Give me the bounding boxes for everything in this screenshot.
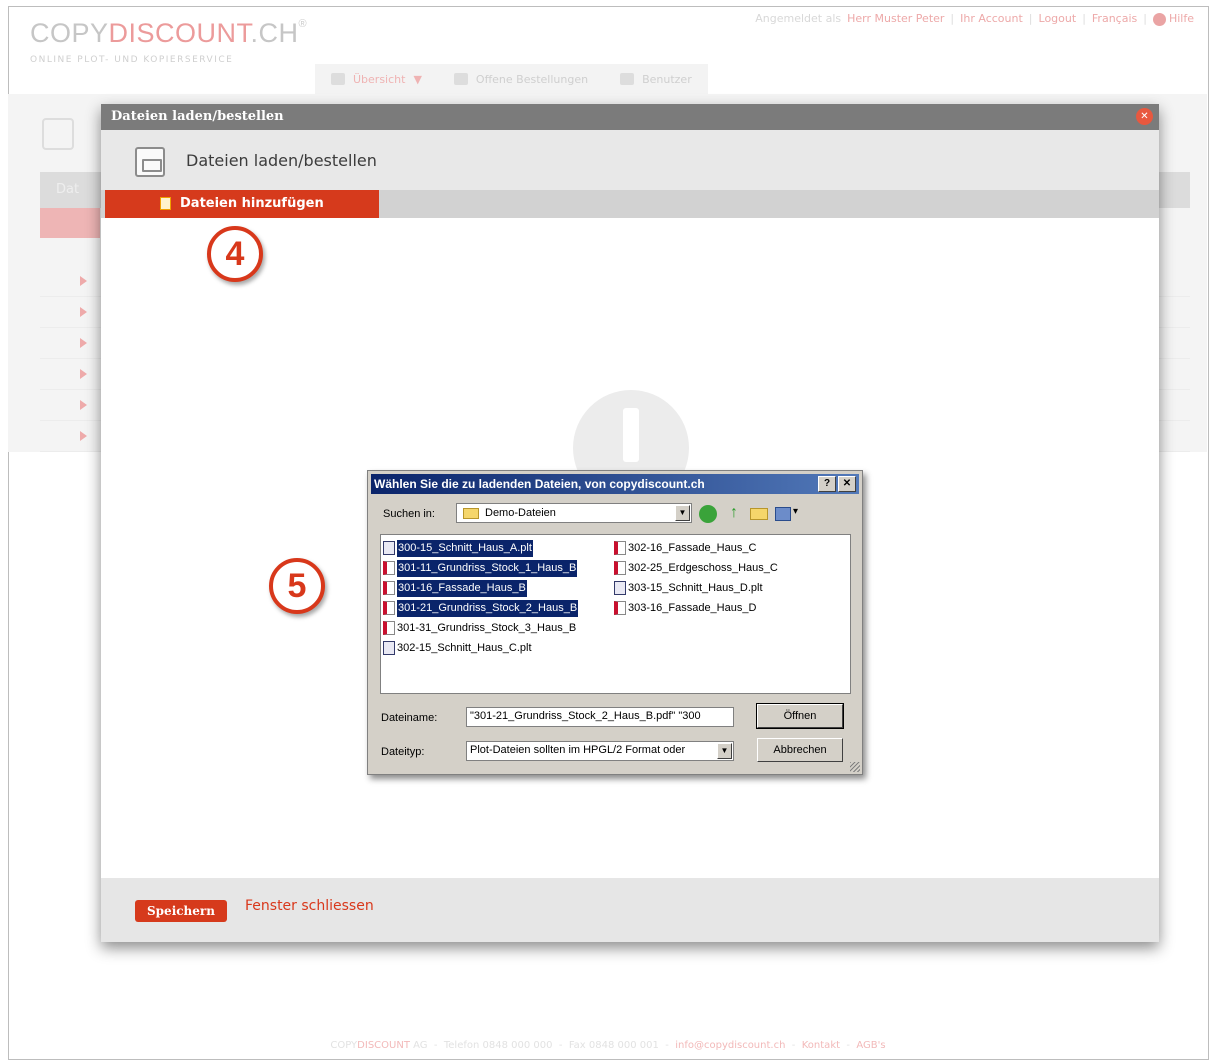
edit-icon — [42, 118, 74, 150]
folder-icon — [463, 508, 479, 519]
pdf-file-icon — [614, 541, 626, 556]
pdf-file-icon — [383, 561, 395, 576]
main-navigation: Übersicht ▼ Offene Bestellungen Benutzer — [315, 64, 708, 94]
footer-contact-link[interactable]: Kontakt — [802, 1040, 840, 1051]
home-icon — [331, 73, 345, 85]
modal-header: Dateien laden/bestellen — [101, 130, 1159, 190]
new-folder-icon[interactable] — [750, 508, 768, 520]
back-icon[interactable] — [699, 505, 717, 523]
file-item[interactable]: 301-31_Grundriss_Stock_3_Haus_B — [383, 620, 579, 637]
cart-icon — [453, 73, 468, 85]
modal-title: Dateien laden/bestellen — [111, 109, 284, 124]
user-name-link[interactable]: Herr Muster Peter — [847, 12, 944, 26]
open-button[interactable]: Öffnen — [756, 703, 844, 729]
file-list[interactable]: 300-15_Schnitt_Haus_A.plt 301-11_Grundri… — [380, 534, 851, 694]
cancel-button[interactable]: Abbrechen — [757, 738, 843, 762]
expand-arrow-icon — [80, 307, 87, 317]
file-item[interactable]: 302-16_Fassade_Haus_C — [614, 540, 759, 557]
file-item[interactable]: 301-16_Fassade_Haus_B — [383, 580, 530, 597]
file-open-dialog: Wählen Sie die zu ladenden Dateien, von … — [367, 470, 863, 775]
filetype-label: Dateityp: — [381, 746, 425, 758]
plt-file-icon — [614, 581, 626, 596]
up-folder-icon[interactable]: ↑ — [725, 505, 743, 523]
footer-agb-link[interactable]: AGB's — [856, 1040, 885, 1051]
site-footer: COPYDISCOUNT AG - Telefon 0848 000 000 -… — [330, 1040, 886, 1051]
nav-item-open-orders[interactable]: Offene Bestellungen — [438, 64, 604, 94]
site-tagline: ONLINE PLOT- UND KOPIERSERVICE — [30, 55, 234, 65]
resize-grip-icon[interactable] — [850, 762, 860, 772]
view-menu-icon[interactable] — [775, 507, 791, 521]
file-item[interactable]: 301-21_Grundriss_Stock_2_Haus_B — [383, 600, 581, 617]
file-add-icon — [160, 197, 171, 210]
file-item[interactable]: 302-15_Schnitt_Haus_C.plt — [383, 640, 535, 657]
file-item[interactable]: 302-25_Erdgeschoss_Haus_C — [614, 560, 781, 577]
logged-in-label: Angemeldet als — [755, 12, 842, 25]
modal-footer: Speichern Fenster schliessen — [101, 878, 1159, 942]
nav-item-overview[interactable]: Übersicht ▼ — [315, 64, 438, 94]
expand-arrow-icon — [80, 431, 87, 441]
users-icon — [620, 73, 635, 85]
add-files-button[interactable]: Dateien hinzufügen — [105, 190, 379, 218]
close-window-link[interactable]: Fenster schliessen — [245, 898, 374, 914]
site-logo[interactable]: COPYDISCOUNT.CH® — [30, 18, 307, 49]
filename-label: Dateiname: — [381, 712, 438, 724]
expand-arrow-icon — [80, 338, 87, 348]
background-button — [40, 208, 100, 238]
separator: | — [1082, 12, 1086, 25]
save-button[interactable]: Speichern — [135, 900, 227, 922]
account-link[interactable]: Ihr Account — [960, 12, 1023, 26]
look-in-select[interactable]: Demo-Dateien ▼ — [456, 503, 692, 523]
expand-arrow-icon — [80, 369, 87, 379]
dialog-titlebar[interactable]: Wählen Sie die zu ladenden Dateien, von … — [371, 474, 859, 494]
modal-tabbar: Dateien hinzufügen — [101, 190, 1159, 218]
expand-arrow-icon — [80, 400, 87, 410]
filetype-value: Plot-Dateien sollten im HPGL/2 Format od… — [470, 744, 686, 756]
file-item[interactable]: 301-11_Grundriss_Stock_1_Haus_B — [383, 560, 580, 577]
plt-file-icon — [383, 641, 395, 656]
nav-item-users[interactable]: Benutzer — [604, 64, 708, 94]
file-item[interactable]: 303-15_Schnitt_Haus_D.plt — [614, 580, 766, 597]
pdf-file-icon — [383, 621, 395, 636]
view-dropdown-icon[interactable]: ▾ — [793, 506, 801, 524]
save-disk-icon — [135, 147, 165, 177]
dialog-title: Wählen Sie die zu ladenden Dateien, von … — [374, 477, 705, 491]
step-marker-4: 4 — [207, 226, 263, 282]
modal-close-icon[interactable]: ✕ — [1136, 108, 1153, 125]
filename-input[interactable]: "301-21_Grundriss_Stock_2_Haus_B.pdf" "3… — [466, 707, 734, 727]
filetype-select[interactable]: Plot-Dateien sollten im HPGL/2 Format od… — [466, 741, 734, 761]
modal-titlebar[interactable]: Dateien laden/bestellen ✕ — [101, 104, 1159, 130]
look-in-label: Suchen in: — [383, 508, 435, 520]
dialog-help-button[interactable]: ? — [818, 476, 836, 492]
help-icon — [1152, 12, 1166, 26]
expand-arrow-icon — [80, 276, 87, 286]
help-link[interactable]: Hilfe — [1152, 12, 1194, 26]
language-link[interactable]: Français — [1092, 12, 1137, 26]
chevron-down-icon[interactable]: ▼ — [413, 73, 421, 86]
pdf-file-icon — [614, 561, 626, 576]
pdf-file-icon — [383, 581, 395, 596]
top-navigation: Angemeldet als Herr Muster Peter | Ihr A… — [755, 12, 1194, 26]
chevron-down-icon[interactable]: ▼ — [717, 743, 732, 759]
chevron-down-icon[interactable]: ▼ — [675, 505, 690, 521]
pdf-file-icon — [614, 601, 626, 616]
file-item[interactable]: 300-15_Schnitt_Haus_A.plt — [383, 540, 536, 557]
separator: | — [1028, 12, 1033, 25]
separator: | — [950, 12, 955, 25]
footer-email-link[interactable]: info@copydiscount.ch — [675, 1040, 785, 1051]
modal-header-title: Dateien laden/bestellen — [186, 151, 377, 170]
file-item[interactable]: 303-16_Fassade_Haus_D — [614, 600, 759, 617]
separator: | — [1143, 12, 1147, 25]
pdf-file-icon — [383, 601, 395, 616]
look-in-value: Demo-Dateien — [485, 507, 556, 519]
plt-file-icon — [383, 541, 395, 556]
step-marker-5: 5 — [269, 558, 325, 614]
logout-link[interactable]: Logout — [1039, 12, 1077, 26]
dialog-close-button[interactable]: ✕ — [838, 476, 856, 492]
